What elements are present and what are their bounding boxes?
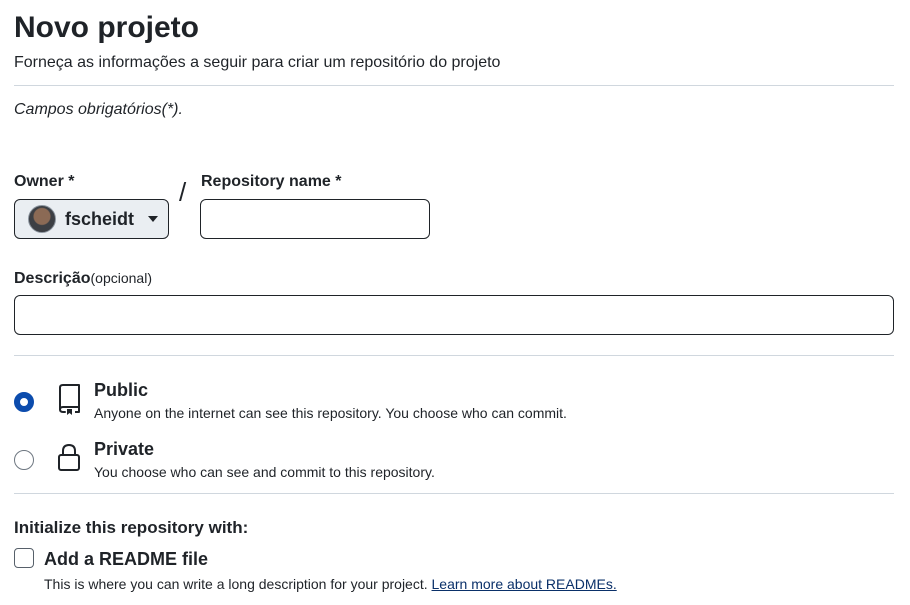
lock-icon bbox=[58, 443, 80, 471]
owner-name: fscheidt bbox=[65, 209, 135, 229]
learn-more-readmes-link[interactable]: Learn more about READMEs. bbox=[432, 576, 617, 592]
radio-public[interactable] bbox=[14, 392, 34, 412]
readme-checkbox[interactable] bbox=[14, 548, 34, 568]
page-subtitle: Forneça as informações a seguir para cri… bbox=[14, 54, 501, 71]
option-private-title: Private bbox=[94, 439, 155, 459]
avatar bbox=[28, 205, 56, 233]
repository-name-input[interactable] bbox=[200, 199, 430, 239]
option-public-description: Anyone on the internet can see this repo… bbox=[94, 405, 567, 421]
repository-name-label: Repository name * bbox=[201, 173, 342, 190]
option-public-title: Public bbox=[94, 380, 149, 400]
owner-repo-separator: / bbox=[179, 177, 187, 207]
option-private-description: You choose who can see and commit to thi… bbox=[94, 464, 435, 480]
repo-icon bbox=[59, 384, 80, 415]
radio-private[interactable] bbox=[14, 450, 34, 470]
owner-select-button[interactable]: fscheidt bbox=[14, 199, 169, 239]
header-divider bbox=[14, 85, 894, 86]
page-title: Novo projeto bbox=[14, 11, 199, 44]
description-input[interactable] bbox=[14, 295, 894, 335]
readme-description: This is where you can write a long descr… bbox=[44, 576, 428, 592]
required-fields-note: Campos obrigatórios(*). bbox=[14, 101, 183, 118]
readme-description-line: This is where you can write a long descr… bbox=[44, 575, 617, 593]
readme-label[interactable]: Add a README file bbox=[44, 548, 208, 570]
owner-label: Owner * bbox=[14, 173, 75, 190]
caret-down-icon bbox=[148, 216, 159, 222]
description-optional-hint: (opcional) bbox=[90, 270, 152, 286]
visibility-top-divider bbox=[14, 355, 894, 356]
visibility-bottom-divider bbox=[14, 493, 894, 494]
description-label: Descrição bbox=[14, 270, 91, 287]
initialize-heading: Initialize this repository with: bbox=[14, 518, 249, 537]
description-label-group: Descrição(opcional) bbox=[14, 268, 152, 289]
